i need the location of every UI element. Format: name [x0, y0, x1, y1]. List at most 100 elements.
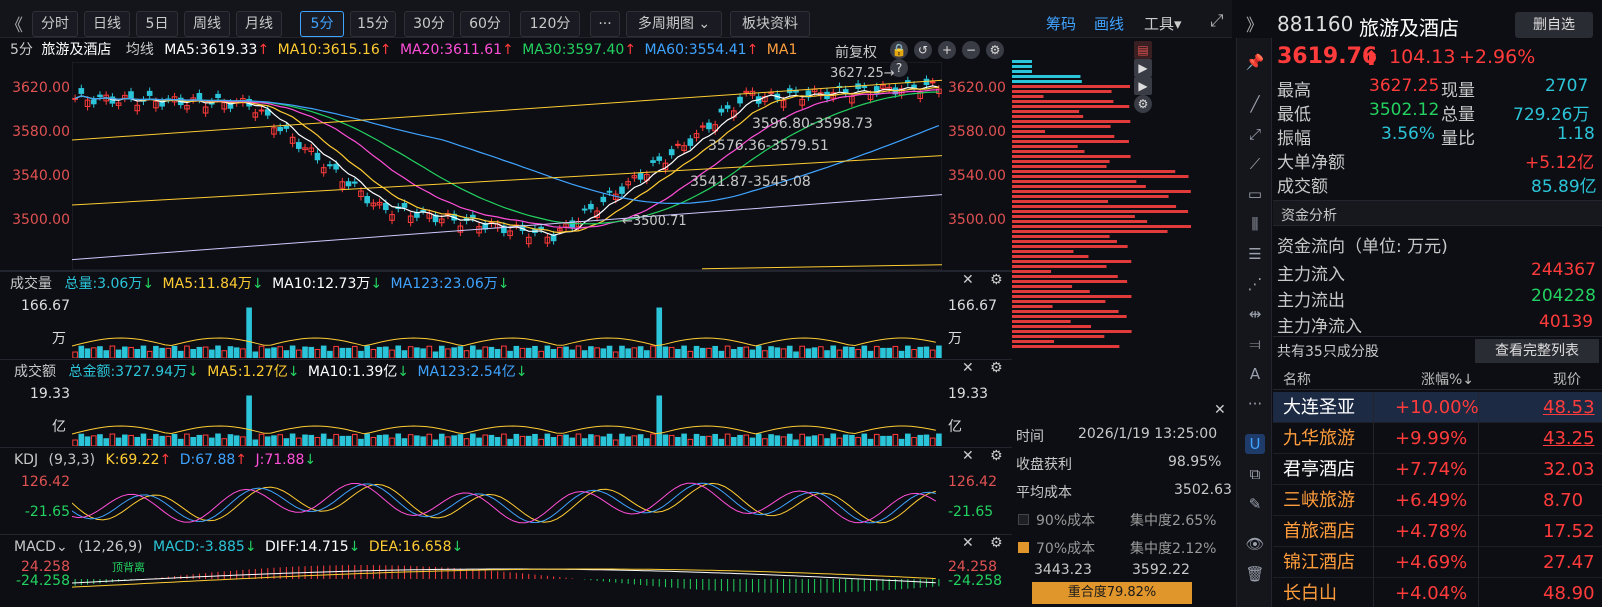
bar [72, 351, 78, 358]
now-vol-label: 现量 [1441, 81, 1475, 101]
period-tab[interactable]: 60分 [460, 11, 510, 37]
col-change[interactable]: 涨幅%↓ [1421, 369, 1474, 389]
remove-watchlist-button[interactable]: 删自选 [1515, 12, 1593, 38]
edit-icon[interactable]: ✎ [1245, 494, 1265, 514]
ma60-value: MA60:3554.41 [644, 42, 747, 58]
gear-icon[interactable]: ⚙ [986, 41, 1004, 59]
gann-tool-icon[interactable]: ⋰ [1245, 274, 1265, 294]
bar [818, 434, 824, 446]
bar [873, 433, 880, 446]
bar [507, 350, 513, 358]
adjust-label[interactable]: 前复权 [835, 42, 877, 62]
period-tab[interactable]: 月线 [236, 11, 282, 37]
segment-tool-icon[interactable]: ⟋ [1245, 154, 1265, 174]
bar [774, 347, 781, 358]
bar [395, 345, 402, 358]
bar [476, 349, 482, 358]
table-row[interactable]: 长白山 +4.04% 48.90 [1273, 578, 1602, 607]
vol-ma5: MA5:11.84万 [162, 276, 252, 292]
chip-bar [1012, 140, 1129, 143]
period-tab[interactable]: 15分 [350, 11, 396, 37]
rect-tool-icon[interactable]: ▭ [1245, 184, 1265, 204]
bar [364, 345, 370, 358]
bar [438, 345, 445, 358]
bar [370, 348, 377, 358]
pin-icon[interactable]: 📌 [1245, 52, 1265, 72]
bar [681, 345, 687, 358]
y-tick: 3620.00 [12, 80, 70, 96]
zoom-out-icon[interactable]: − [962, 41, 980, 59]
table-row[interactable]: 君亭酒店 +7.74% 32.03 [1273, 454, 1602, 485]
close-icon[interactable]: ✕ [962, 535, 974, 551]
ray-tool-icon[interactable]: ⤢ [1245, 124, 1265, 144]
table-row[interactable]: 首旅酒店 +4.78% 17.52 [1273, 516, 1602, 547]
gear-icon[interactable]: ⚙ [990, 448, 1003, 464]
col-price[interactable]: 现价 [1553, 369, 1581, 389]
gear-icon[interactable]: ⚙ [990, 535, 1003, 551]
wave-tool-icon[interactable]: ⫤ [1245, 334, 1265, 354]
eye-icon[interactable]: 👁 [1245, 534, 1265, 554]
zoom-in-icon[interactable]: + [938, 41, 956, 59]
bar [389, 349, 395, 358]
close-icon[interactable]: ✕ [962, 448, 974, 464]
table-row[interactable]: 锦江酒店 +4.69% 27.47 [1273, 547, 1602, 578]
gear-icon[interactable]: ⚙ [990, 272, 1003, 288]
expand-icon[interactable]: ⤢ [1210, 11, 1224, 31]
close-icon[interactable]: ✕ [962, 360, 974, 376]
bar [861, 433, 868, 446]
bar [780, 348, 787, 358]
copy-icon[interactable]: ⧉ [1245, 464, 1265, 484]
period-tab[interactable]: 30分 [404, 11, 454, 37]
double-chevron-left-icon[interactable]: 《 [6, 11, 23, 36]
view-all-button[interactable]: 查看完整列表 [1475, 339, 1599, 363]
bar [215, 345, 221, 358]
period-tab[interactable]: 周线 [184, 11, 230, 37]
stock-price: 48.90 [1543, 583, 1595, 604]
tools-menu[interactable]: 工具▾ [1144, 13, 1182, 34]
bar [320, 345, 327, 358]
chip-bar [1012, 210, 1189, 213]
kline-plot[interactable] [72, 62, 942, 270]
trash-icon[interactable]: 🗑 [1245, 564, 1265, 584]
bar [836, 349, 843, 358]
bar [805, 348, 812, 358]
close-icon[interactable]: ✕ [962, 272, 974, 288]
line-type[interactable]: 均线 [126, 42, 154, 58]
inflow-value: 244367 [1531, 260, 1596, 280]
table-row[interactable]: 大连圣亚 +10.00% 48.53 [1273, 392, 1602, 423]
draw-line-link[interactable]: 画线 [1094, 13, 1124, 34]
chips-link[interactable]: 筹码 [1046, 13, 1076, 34]
measure-tool-icon[interactable]: ⇹ [1245, 304, 1265, 324]
period-tab[interactable]: 120分 [520, 11, 580, 37]
double-chevron-right-icon[interactable]: 》 [1246, 11, 1263, 36]
col-name[interactable]: 名称 [1283, 369, 1311, 389]
period-tab-active[interactable]: 5分 [300, 11, 344, 37]
more-button[interactable]: ··· [590, 11, 620, 37]
table-row[interactable]: 三峡旅游 +6.49% 8.70 [1273, 485, 1602, 516]
sector-info-button[interactable]: 板块资料 [730, 11, 810, 37]
period-tab[interactable]: 日线 [84, 11, 130, 37]
bar [258, 345, 265, 358]
text-tool-icon[interactable]: A [1245, 364, 1265, 384]
amt-ma5: MA5:1.27亿 [207, 364, 288, 380]
candle-body [401, 203, 408, 208]
table-row[interactable]: 九华旅游 +9.99% 43.25 [1273, 423, 1602, 454]
bar [662, 346, 669, 358]
kdj-line [72, 482, 937, 524]
parallel-tool-icon[interactable]: ⫼ [1245, 214, 1265, 234]
magnet-icon[interactable]: U [1245, 434, 1265, 454]
time-value: 2026/1/19 13:25:00 [1078, 426, 1218, 442]
more-tools-icon[interactable]: ··· [1245, 394, 1265, 414]
undo-icon[interactable]: ↺ [914, 41, 932, 59]
layout-icon[interactable]: ▤ [1134, 41, 1152, 59]
bar [333, 433, 339, 446]
bar [128, 346, 134, 358]
period-tab[interactable]: 分时 [32, 11, 78, 37]
close-icon[interactable]: ✕ [1214, 402, 1226, 418]
gear-icon[interactable]: ⚙ [990, 360, 1003, 376]
multi-period-button[interactable]: 多周期图 ⌄ [626, 11, 722, 37]
period-tab[interactable]: 5日 [136, 11, 178, 37]
lock-icon[interactable]: 🔒 [890, 41, 908, 59]
fib-tool-icon[interactable]: ☰ [1245, 244, 1265, 264]
line-tool-icon[interactable]: ╱ [1245, 94, 1265, 114]
